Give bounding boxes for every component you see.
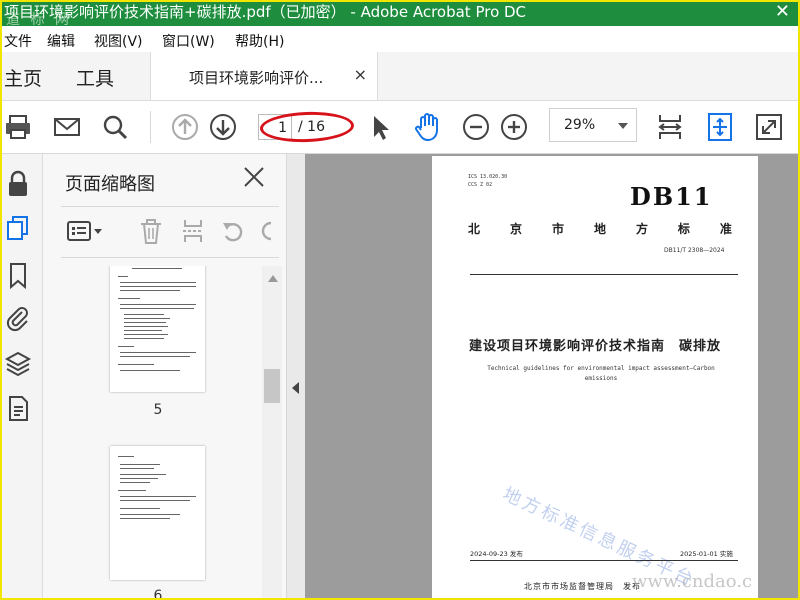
ics-code: ICS 13.020.30 [468, 174, 508, 180]
toolbar [2, 101, 798, 154]
title-bar: 项目环境影响评价技术指南+碳排放.pdf（已加密） - Adobe Acroba… [2, 2, 798, 28]
scrollbar-thumb[interactable] [264, 369, 280, 403]
pdf-page: ICS 13.020.30 CCS Z 02 DB11 北 京 市 地 方 标 … [432, 156, 758, 598]
ccs-code: CCS Z 02 [468, 182, 493, 188]
issuer: 北京市市场监督管理局 发布 [524, 582, 641, 591]
menu-help[interactable]: 帮助(H) [235, 31, 284, 51]
org-char: 京 [509, 222, 522, 236]
document-title-en: Technical guidelines for environmental i… [487, 365, 715, 382]
page-down-icon[interactable] [207, 111, 239, 143]
tab-close-icon[interactable]: × [354, 65, 367, 84]
divider [470, 274, 738, 275]
zoom-out-icon[interactable] [460, 111, 492, 143]
thumbnail-panel: 页面缩略图 5 6 [43, 154, 287, 598]
layers-icon[interactable] [4, 349, 32, 377]
tab-document-label: 项目环境影响评价... [189, 69, 324, 87]
watermark-url: www.cndao.c [632, 571, 753, 592]
standard-number: DB11/T 2308—2024 [664, 247, 725, 254]
attachment-icon[interactable] [4, 304, 32, 332]
menu-view[interactable]: 视图(V) [94, 31, 143, 51]
org-char: 地 [593, 222, 606, 236]
document-view[interactable]: ICS 13.020.30 CCS Z 02 DB11 北 京 市 地 方 标 … [305, 154, 798, 598]
org-char: 方 [635, 222, 648, 236]
hand-icon[interactable] [411, 111, 443, 143]
chevron-down-icon [618, 123, 628, 129]
menu-bar: 文件 编辑 视图(V) 窗口(W) 帮助(H) [2, 26, 798, 52]
tab-tools[interactable]: 工具 [76, 64, 114, 91]
thumbnail-page-number: 6 [153, 588, 163, 598]
implement-date: 2025-01-01 实施 [680, 550, 733, 558]
window-title: 项目环境影响评价技术指南+碳排放.pdf（已加密） - Adobe Acroba… [4, 3, 527, 21]
panel-title: 页面缩略图 [65, 174, 155, 195]
page-up-icon[interactable] [169, 111, 201, 143]
fit-width-icon[interactable] [654, 111, 686, 143]
org-char: 标 [677, 222, 690, 236]
fit-page-icon[interactable] [704, 111, 736, 143]
menu-file[interactable]: 文件 [4, 31, 32, 51]
divider [470, 560, 738, 561]
app-window: 项目环境影响评价技术指南+碳排放.pdf（已加密） - Adobe Acroba… [0, 0, 800, 600]
tab-document[interactable]: 项目环境影响评价... × [150, 52, 378, 100]
select-arrow-icon[interactable] [364, 111, 396, 143]
page-number-input[interactable]: 1 [258, 114, 292, 140]
rotate-right-icon[interactable] [259, 217, 279, 245]
trash-icon[interactable] [137, 217, 165, 245]
org-char: 准 [719, 222, 732, 236]
org-char: 市 [551, 222, 564, 236]
zoom-in-icon[interactable] [498, 111, 530, 143]
search-icon[interactable] [99, 111, 131, 143]
page-thumbnail[interactable] [110, 446, 205, 580]
page-thumbnail[interactable] [110, 266, 205, 392]
tab-row: 主页 工具 项目环境影响评价... × [2, 52, 798, 101]
close-icon[interactable] [241, 164, 267, 190]
options-menu-icon[interactable] [65, 217, 105, 245]
tab-home[interactable]: 主页 [4, 64, 42, 91]
document-icon[interactable] [4, 394, 32, 422]
chevron-left-icon [292, 382, 299, 394]
thumbnail-toolbar [61, 206, 279, 258]
pages-icon[interactable] [4, 214, 32, 242]
page-total: / 16 [298, 119, 325, 135]
menu-edit[interactable]: 编辑 [47, 31, 75, 51]
mail-icon[interactable] [51, 111, 83, 143]
thumbnail-scrollbar[interactable] [262, 266, 282, 598]
bookmark-icon[interactable] [4, 261, 32, 289]
publish-date: 2024-09-23 发布 [470, 550, 523, 558]
fullscreen-icon[interactable] [753, 111, 785, 143]
thumbnail-page-number: 5 [153, 402, 163, 418]
db-code: DB11 [630, 182, 713, 211]
rotate-icon[interactable] [219, 217, 247, 245]
document-title-zh: 建设项目环境影响评价技术指南 碳排放 [468, 339, 721, 354]
panel-collapse-handle[interactable] [287, 154, 305, 598]
org-char: 北 [468, 222, 481, 236]
toolbar-separator [150, 111, 151, 143]
zoom-value: 29% [564, 117, 596, 133]
window-close-icon[interactable]: ✕ [775, 2, 790, 22]
menu-window[interactable]: 窗口(W) [162, 31, 215, 51]
thumbnail-list: 5 6 [43, 266, 286, 598]
insert-page-icon[interactable] [179, 217, 207, 245]
print-icon[interactable] [2, 111, 34, 143]
standard-org: 北 京 市 地 方 标 准 [468, 220, 732, 237]
zoom-select[interactable]: 29% [549, 108, 637, 142]
lock-icon[interactable] [4, 170, 32, 198]
left-icon-strip [2, 154, 43, 598]
scroll-up-icon[interactable] [268, 275, 278, 282]
